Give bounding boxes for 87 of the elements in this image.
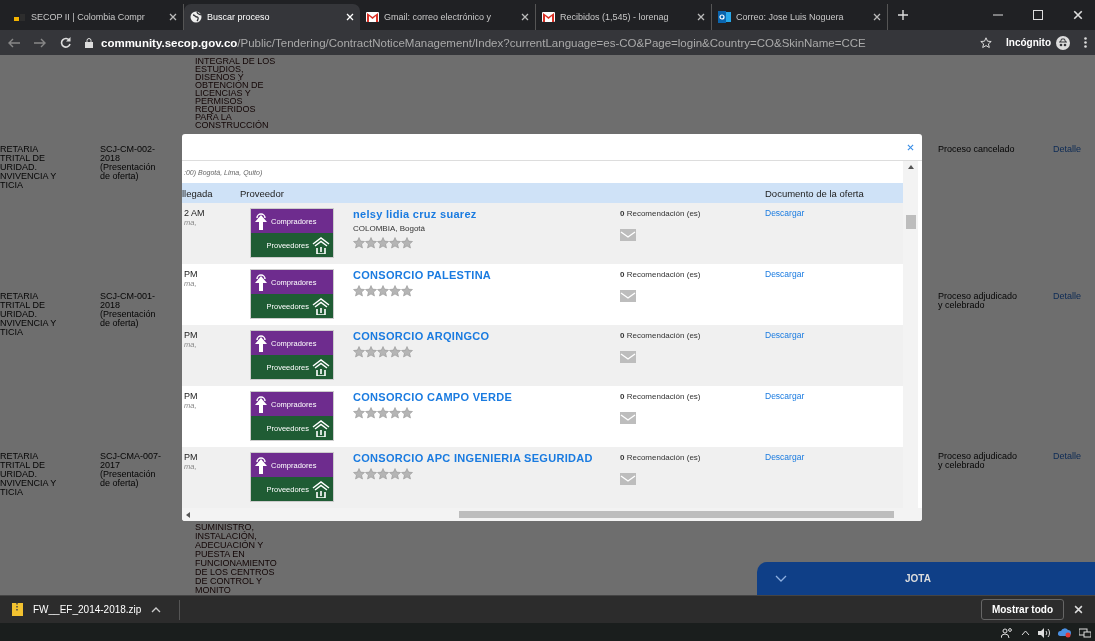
status-cell-text: Proceso cancelado	[938, 145, 1016, 154]
site-icon	[14, 12, 26, 22]
house-icon	[312, 480, 330, 498]
house-icon	[312, 358, 330, 376]
process-code-cell-text: SCJ-CM-002- 2018 (Presentación de oferta)	[100, 145, 157, 181]
download-link[interactable]: Descargar	[765, 391, 903, 447]
mail-icon	[542, 12, 555, 22]
column-header: Proveedor	[240, 187, 285, 199]
house-icon	[312, 419, 330, 437]
entity-cell-text: RETARIA TRITAL DE URIDAD. NVIVENCIA Y TICIA	[0, 145, 58, 190]
process-code-cell-text: SCJ-CMA-007- 2017 (Presentación de oferta)	[100, 452, 162, 488]
house-icon	[312, 297, 330, 315]
scrollbar-thumb[interactable]	[905, 215, 916, 229]
globe-icon	[190, 11, 202, 23]
speaker-icon[interactable]	[1038, 627, 1050, 638]
tab-close-icon[interactable]	[697, 13, 705, 21]
recommendation-count: 0 Recomendación (es)	[620, 270, 702, 279]
caret-up-icon[interactable]	[1021, 629, 1030, 636]
forward-icon[interactable]	[34, 37, 46, 48]
arrival-time: 2 AM	[184, 208, 206, 218]
arrival-time: PM	[184, 269, 199, 279]
supplier-name-link[interactable]: nelsy lidia cruz suarez	[353, 209, 620, 220]
people-icon[interactable]	[1001, 627, 1013, 638]
status-cell-text: Proceso adjudicado y celebrado	[938, 292, 1019, 310]
chat-title: JOTA	[905, 573, 931, 584]
star-icon[interactable]	[980, 36, 992, 49]
zip-file-icon	[12, 603, 23, 616]
description-cell-text: SUMINISTRO, INSTALACIÓN, ADECUACIÓN Y PUESTA EN FUNCIONAMIENTO DE LOS CENTROS DE CONTROL Y MONITO	[195, 523, 278, 595]
column-header: Documento de la oferta	[765, 187, 865, 199]
supplier-location: COLOMBIA, Bogotá	[353, 224, 427, 233]
tab-close-icon[interactable]	[169, 13, 177, 21]
supplier-name-link[interactable]: CONSORCIO ARQINGCO	[353, 331, 620, 342]
download-filename[interactable]: FW__EF_2014-2018.zip	[33, 604, 142, 615]
arrival-time: PM	[184, 452, 199, 462]
person-icon	[254, 395, 268, 413]
menu-icon[interactable]	[1084, 37, 1087, 48]
person-icon	[254, 334, 268, 352]
new-tab-icon[interactable]	[898, 10, 908, 20]
download-link[interactable]: Descargar	[765, 208, 903, 264]
cloud-icon[interactable]	[1058, 627, 1071, 638]
recommendation-count: 0 Recomendación (es)	[620, 331, 702, 340]
address-bar[interactable]: community.secop.gov.co/Public/Tendering/ContractNoticeManagement/Index?currentLanguage=es-CO&Page=login&Country=CO&SkinName=CCE	[85, 36, 966, 49]
scroll-left-icon[interactable]	[186, 511, 190, 518]
horizontal-scrollbar[interactable]	[182, 508, 922, 521]
reload-icon[interactable]	[60, 37, 71, 48]
supplier-name-link[interactable]: CONSORCIO APC INGENIERIA SEGURIDAD	[353, 453, 620, 464]
incognito-icon	[1056, 35, 1070, 50]
supplier-name-link[interactable]: CONSORCIO CAMPO VERDE	[353, 392, 620, 403]
network-icon[interactable]	[1079, 627, 1091, 638]
detail-link[interactable]: Detalle	[1053, 292, 1095, 301]
download-link[interactable]: Descargar	[765, 330, 903, 386]
tab-close-icon[interactable]	[873, 13, 881, 21]
mail-icon	[718, 11, 731, 23]
house-icon	[312, 236, 330, 254]
show-all-button[interactable]: Mostrar todo	[980, 599, 1064, 620]
browser-tab[interactable]: Buscar proceso	[184, 4, 360, 30]
arrival-time: PM	[184, 330, 199, 340]
entity-cell-text: RETARIA TRITAL DE URIDAD. NVIVENCIA Y TICIA	[0, 452, 58, 497]
caret-up-icon[interactable]	[151, 606, 162, 613]
arrival-time: PM	[184, 391, 199, 401]
person-icon	[254, 273, 268, 291]
maximize-icon[interactable]	[1033, 10, 1043, 20]
vertical-scrollbar[interactable]	[903, 161, 918, 508]
scrollbar-thumb[interactable]	[459, 511, 894, 518]
incognito-indicator[interactable]: Incógnito	[1006, 35, 1070, 50]
download-link[interactable]: Descargar	[765, 269, 903, 325]
description-cell-text: INTEGRAL DE LOS ESTUDIOS, DISEÑOS Y OBTENCIÓN DE LICENCIAS Y PERMISOS REQUERIDOS PARA LA CONSTRUCCIÓN	[195, 57, 277, 129]
supplier-name-link[interactable]: CONSORCIO PALESTINA	[353, 270, 620, 281]
mail-icon	[366, 12, 379, 22]
entity-cell-text: RETARIA TRITAL DE URIDAD. NVIVENCIA Y TICIA	[0, 292, 58, 337]
scroll-up-icon[interactable]	[907, 165, 914, 169]
process-code-cell-text: SCJ-CM-001- 2018 (Presentación de oferta)	[100, 292, 157, 328]
column-header: llegada	[182, 187, 214, 199]
download-link[interactable]: Descargar	[765, 452, 903, 508]
recommendation-count: 0 Recomendación (es)	[620, 392, 702, 401]
recommendation-count: 0 Recomendación (es)	[620, 209, 702, 218]
tab-close-icon[interactable]	[521, 13, 529, 21]
chevron-down-icon[interactable]	[775, 575, 787, 582]
person-icon	[254, 212, 268, 230]
person-icon	[254, 456, 268, 474]
back-icon[interactable]	[8, 37, 20, 48]
chat-widget[interactable]: JOTA	[757, 562, 1095, 595]
detail-link[interactable]: Detalle	[1053, 145, 1095, 154]
lock-icon	[85, 37, 93, 48]
recommendation-count: 0 Recomendación (es)	[620, 453, 702, 462]
detail-link[interactable]: Detalle	[1053, 452, 1095, 461]
status-cell-text: Proceso adjudicado y celebrado	[938, 452, 1019, 470]
